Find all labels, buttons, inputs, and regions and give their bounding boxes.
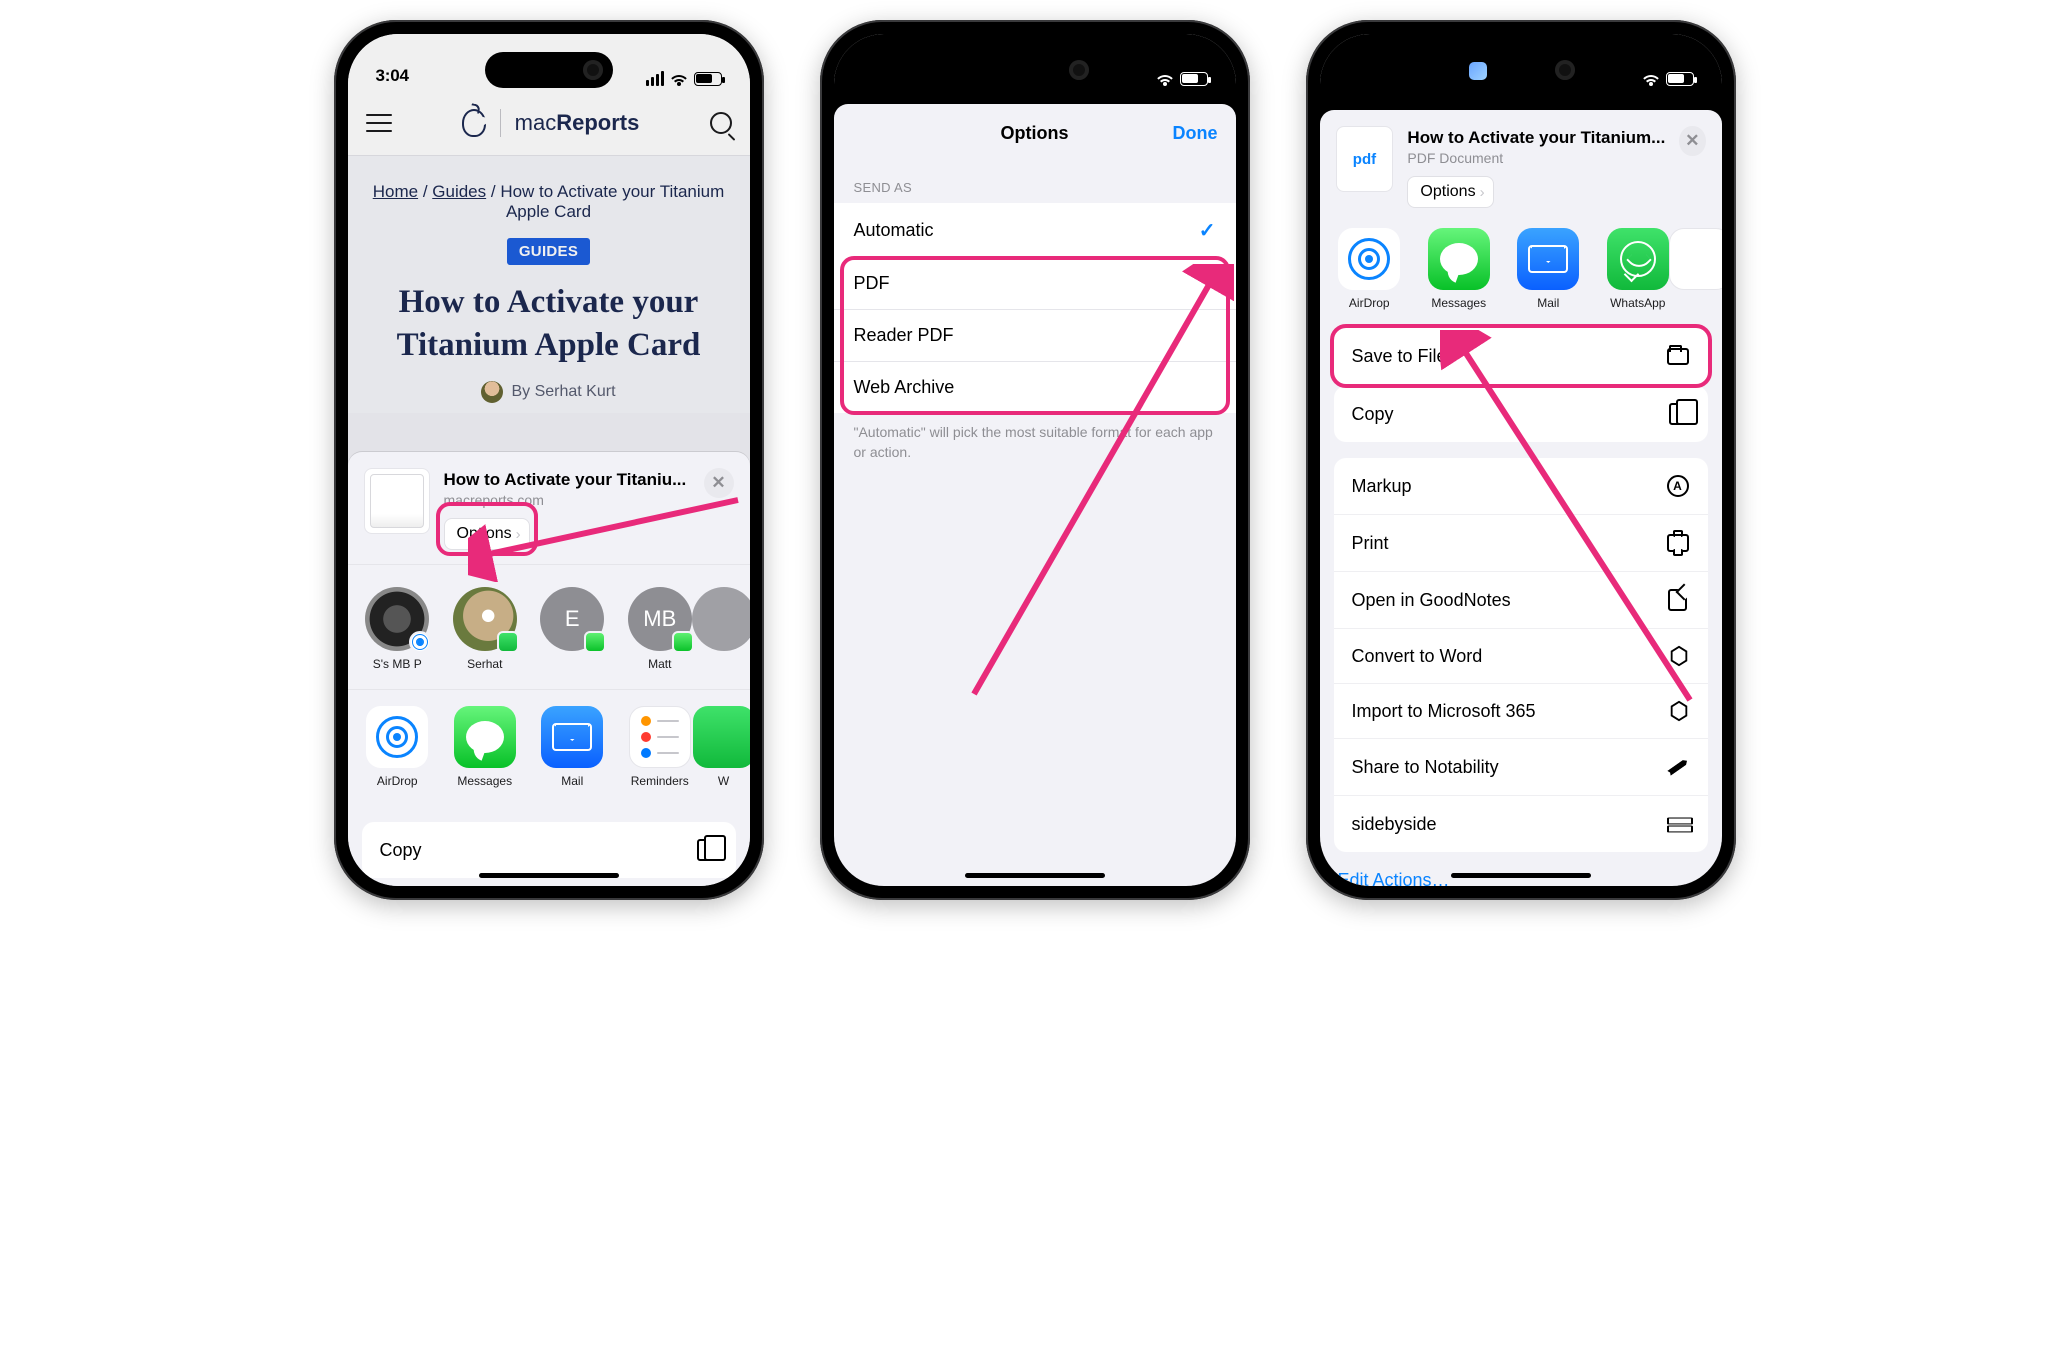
pdf-thumbnail: pdf xyxy=(1336,126,1394,192)
dynamic-island[interactable] xyxy=(1457,52,1585,88)
mail-icon xyxy=(552,723,592,751)
section-label-send-as: SEND AS xyxy=(834,162,1236,203)
copy-icon xyxy=(694,838,718,862)
whatsapp-icon xyxy=(1620,241,1656,277)
app-airdrop[interactable]: AirDrop xyxy=(364,706,432,788)
share-title: How to Activate your Titanium... xyxy=(1407,128,1665,148)
battery-icon xyxy=(1180,72,1208,86)
chevron-right-icon: › xyxy=(516,526,521,543)
share-target-e[interactable]: E xyxy=(539,587,607,671)
share-subtitle: PDF Document xyxy=(1407,150,1665,166)
share-target-matt[interactable]: MB Matt xyxy=(626,587,694,671)
phone-2: 3:04 Options Done SEND AS Automatic ✓ PD… xyxy=(820,20,1250,900)
app-more[interactable]: W xyxy=(714,706,734,788)
airdrop-icon xyxy=(1348,238,1390,280)
messages-icon xyxy=(1440,243,1478,275)
checkmark-icon: ✓ xyxy=(1199,218,1216,243)
stack-icon xyxy=(1666,812,1690,836)
share-target-macbook[interactable]: S's MB P xyxy=(364,587,432,671)
note-icon xyxy=(1666,588,1690,612)
row-web-archive[interactable]: Web Archive xyxy=(834,361,1236,413)
close-icon[interactable]: ✕ xyxy=(704,468,734,498)
options-button[interactable]: Options › xyxy=(1407,176,1493,208)
share-people-row[interactable]: S's MB P Serhat E MB Matt xyxy=(348,564,750,689)
mail-icon xyxy=(1528,245,1568,273)
action-notability[interactable]: Share to Notability xyxy=(1334,738,1708,795)
home-indicator[interactable] xyxy=(479,873,619,878)
wifi-icon xyxy=(1156,72,1174,86)
print-icon xyxy=(1666,531,1690,555)
app-messages[interactable]: Messages xyxy=(451,706,519,788)
chevron-right-icon: › xyxy=(1480,184,1485,201)
app-messages[interactable]: Messages xyxy=(1425,228,1493,310)
dynamic-island xyxy=(485,52,613,88)
folder-icon xyxy=(1666,344,1690,368)
wifi-icon xyxy=(1642,72,1660,86)
options-button[interactable]: Options › xyxy=(444,518,530,550)
hexagon-icon xyxy=(1668,700,1690,722)
action-convert-word[interactable]: Convert to Word xyxy=(1334,628,1708,683)
share-title: How to Activate your Titaniu... xyxy=(444,470,690,490)
messages-icon xyxy=(466,721,504,753)
battery-icon xyxy=(1666,72,1694,86)
copy-icon xyxy=(1666,402,1690,426)
dynamic-island xyxy=(971,52,1099,88)
app-mail[interactable]: Mail xyxy=(539,706,607,788)
action-sidebyside[interactable]: sidebyside xyxy=(1334,795,1708,852)
app-mail[interactable]: Mail xyxy=(1515,228,1583,310)
share-thumbnail xyxy=(364,468,430,534)
phone-1: 3:04 macReports Home / Guides / xyxy=(334,20,764,900)
share-apps-row[interactable]: AirDrop Messages Mail Reminders W xyxy=(348,689,750,806)
options-sheet: Options Done SEND AS Automatic ✓ PDF Rea… xyxy=(834,104,1236,886)
app-reminders[interactable]: Reminders xyxy=(626,706,694,788)
app-whatsapp[interactable]: WhatsApp xyxy=(1604,228,1672,310)
phone-3: 3:15 pdf How to Activate your Titanium..… xyxy=(1306,20,1736,900)
airdrop-icon xyxy=(376,716,418,758)
row-automatic[interactable]: Automatic ✓ xyxy=(834,203,1236,258)
action-print[interactable]: Print xyxy=(1334,514,1708,571)
action-goodnotes[interactable]: Open in GoodNotes xyxy=(1334,571,1708,628)
done-button[interactable]: Done xyxy=(1173,123,1218,144)
reminders-icon xyxy=(641,716,679,758)
share-sheet: pdf How to Activate your Titanium... PDF… xyxy=(1320,110,1722,886)
format-list: Automatic ✓ PDF Reader PDF Web Archive xyxy=(834,203,1236,413)
action-copy[interactable]: Copy xyxy=(362,822,736,878)
pencil-icon xyxy=(1666,755,1690,779)
row-reader-pdf[interactable]: Reader PDF xyxy=(834,309,1236,361)
row-pdf[interactable]: PDF xyxy=(834,258,1236,309)
action-copy[interactable]: Copy xyxy=(1334,386,1708,442)
close-icon[interactable]: ✕ xyxy=(1679,126,1705,156)
edit-actions-link[interactable]: Edit Actions… xyxy=(1320,852,1722,886)
action-save-to-files[interactable]: Save to Files xyxy=(1334,328,1708,384)
share-subtitle: macreports.com xyxy=(444,492,690,508)
hexagon-icon xyxy=(1668,645,1690,667)
share-target-serhat[interactable]: Serhat xyxy=(451,587,519,671)
share-sheet: How to Activate your Titaniu... macrepor… xyxy=(348,452,750,886)
app-airdrop[interactable]: AirDrop xyxy=(1336,228,1404,310)
action-ms365[interactable]: Import to Microsoft 365 xyxy=(1334,683,1708,738)
action-card: Copy xyxy=(362,822,736,878)
action-markup[interactable]: Markup xyxy=(1334,458,1708,514)
sheet-title: Options xyxy=(1001,123,1069,144)
home-indicator[interactable] xyxy=(1451,873,1591,878)
markup-icon xyxy=(1666,474,1690,498)
home-indicator[interactable] xyxy=(965,873,1105,878)
share-apps-row[interactable]: AirDrop Messages Mail WhatsApp xyxy=(1320,224,1722,328)
footnote: "Automatic" will pick the most suitable … xyxy=(834,413,1236,472)
